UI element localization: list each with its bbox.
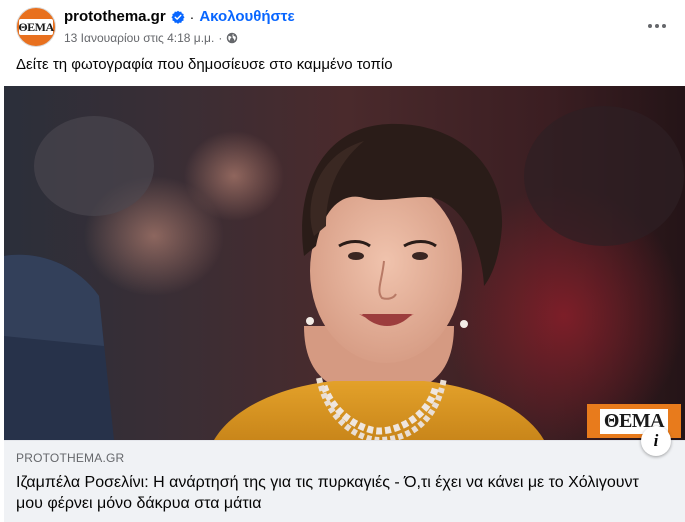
info-button[interactable]: i [641, 426, 671, 456]
avatar-logo-text: ΘΕΜΑ [18, 19, 54, 34]
info-icon: i [653, 431, 659, 450]
globe-icon[interactable] [226, 32, 238, 44]
follow-button[interactable]: Ακολουθήστε [199, 8, 294, 25]
more-options-button[interactable] [645, 14, 669, 38]
post-caption: Δείτε τη φωτογραφία που δημοσίευσε στο κ… [16, 56, 393, 73]
post-header: ΘΕΜΑ protothema.gr · Ακολουθήστε 13 Ιανο… [16, 6, 669, 50]
more-dot-icon [655, 24, 659, 28]
name-line: protothema.gr · Ακολουθήστε [64, 8, 295, 25]
link-preview[interactable]: PROTOTHEMA.GR Ιζαμπέλα Ροσελίνι: Η ανάρτ… [4, 440, 685, 522]
verified-badge-icon [171, 10, 185, 24]
post-meta: 13 Ιανουαρίου στις 4:18 μ.μ. · [64, 31, 238, 45]
post-photo[interactable] [4, 86, 685, 440]
feed-post: ΘΕΜΑ protothema.gr · Ακολουθήστε 13 Ιανο… [0, 0, 685, 522]
meta-separator: · [218, 31, 223, 45]
page-name-link[interactable]: protothema.gr [64, 8, 166, 25]
page-avatar[interactable]: ΘΕΜΑ [16, 7, 56, 47]
photo-illustration [4, 86, 685, 440]
more-dot-icon [662, 24, 666, 28]
link-title[interactable]: Ιζαμπέλα Ροσελίνι: Η ανάρτησή της για τι… [16, 472, 656, 514]
more-dot-icon [648, 24, 652, 28]
link-domain: PROTOTHEMA.GR [16, 451, 125, 465]
separator-dot: · [189, 8, 195, 25]
post-timestamp[interactable]: 13 Ιανουαρίου στις 4:18 μ.μ. [64, 31, 214, 45]
